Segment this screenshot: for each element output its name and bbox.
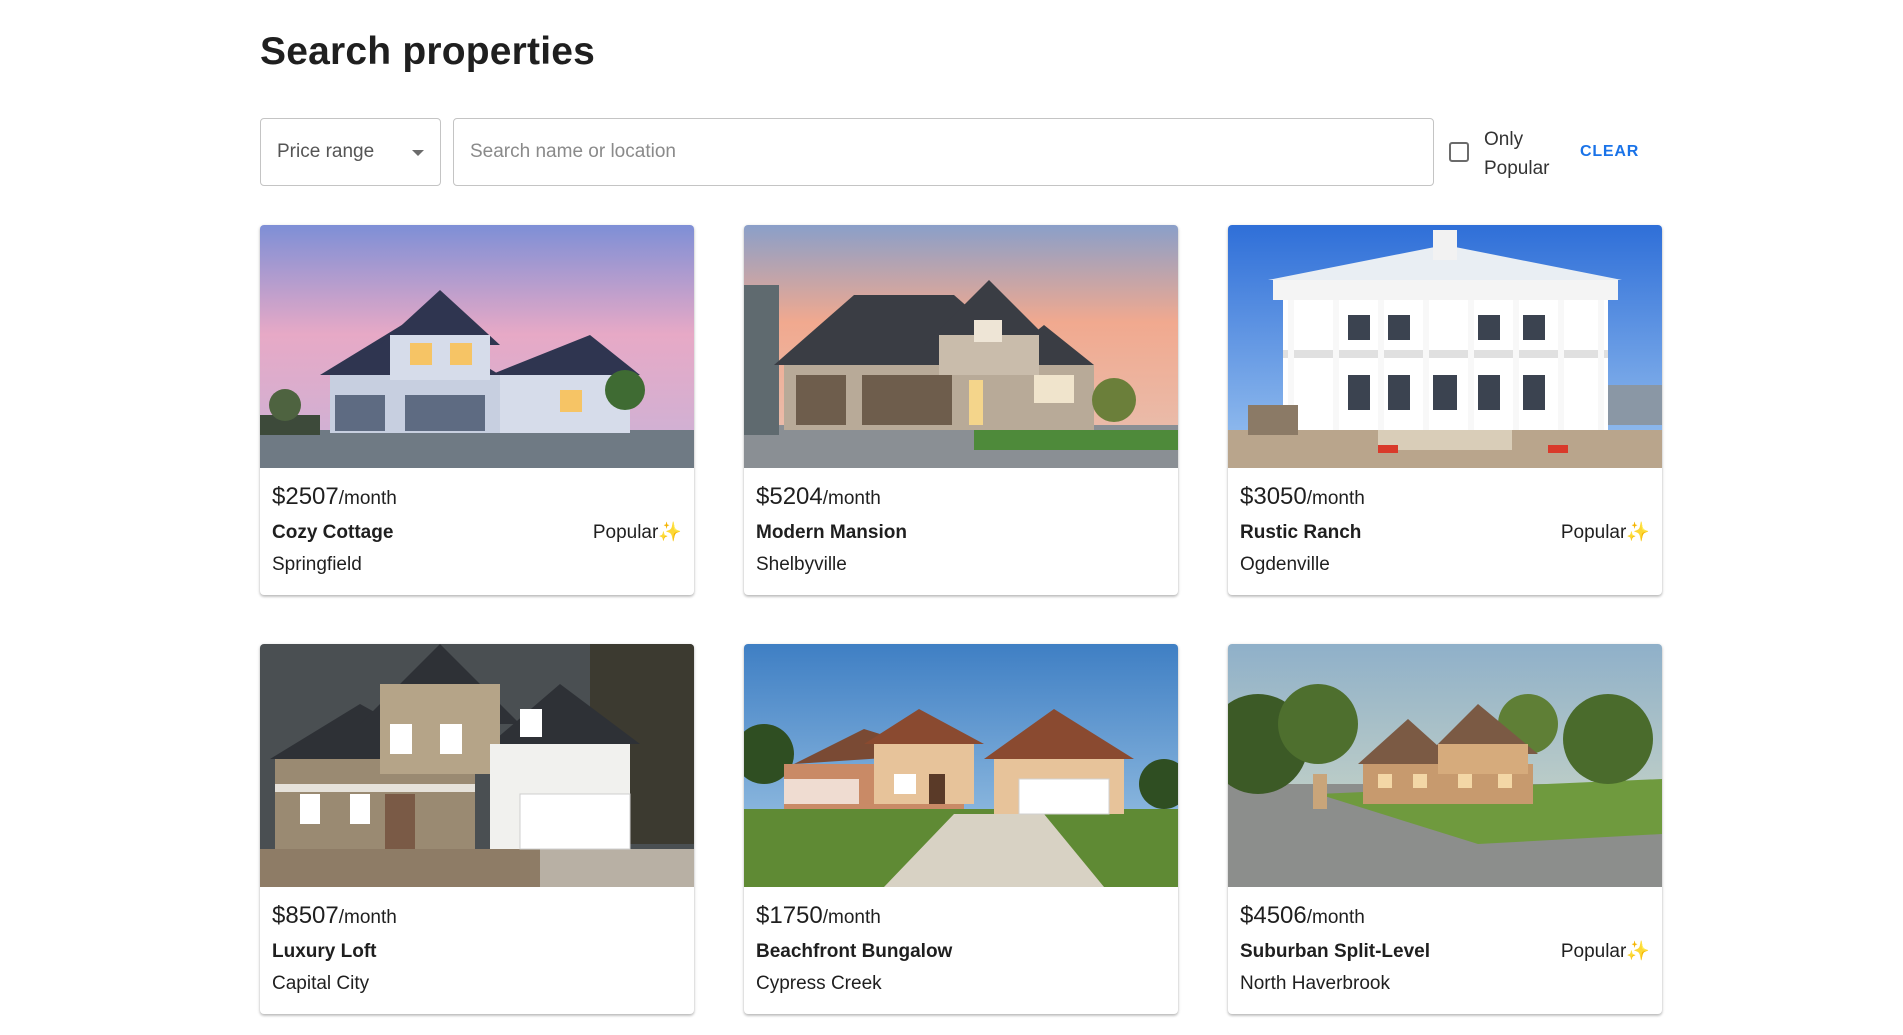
checkbox-icon[interactable] <box>1449 142 1469 162</box>
sparkle-icon: ✨ <box>658 522 682 543</box>
listing-price: $1750/month <box>756 902 881 929</box>
listing-location: Ogdenville <box>1240 554 1330 575</box>
house-photo <box>260 225 694 468</box>
sparkle-icon: ✨ <box>1626 522 1650 543</box>
house-photo <box>1228 225 1662 468</box>
listing-card[interactable]: $4506/month Suburban Split-Level North H… <box>1228 644 1662 1014</box>
only-popular-checkbox[interactable]: Only Popular <box>1446 118 1566 186</box>
filter-bar: Price range Only Popular CLEAR <box>260 118 1654 186</box>
listing-location: Capital City <box>272 973 370 994</box>
listing-location: Shelbyville <box>756 554 847 575</box>
listing-card[interactable]: $1750/month Beachfront Bungalow Cypress … <box>744 644 1178 1014</box>
page: Search properties Price range Only Popul… <box>0 0 1903 1035</box>
listing-name: Suburban Split-Level <box>1240 941 1431 962</box>
listing-price: $4506/month <box>1240 902 1365 929</box>
page-title: Search properties <box>260 30 596 73</box>
listing-card[interactable]: $8507/month Luxury Loft Capital City <box>260 644 694 1014</box>
listing-name: Modern Mansion <box>756 522 907 543</box>
listing-name: Cozy Cottage <box>272 522 394 543</box>
listing-card[interactable]: $2507/month Cozy Cottage Springfield Pop… <box>260 225 694 595</box>
house-photo <box>744 225 1178 468</box>
chevron-down-icon <box>412 150 424 156</box>
popular-badge: Popular✨ <box>1560 522 1650 543</box>
listing-card[interactable]: $5204/month Modern Mansion Shelbyville <box>744 225 1178 595</box>
popular-badge: Popular✨ <box>1560 941 1650 962</box>
price-range-select[interactable]: Price range <box>260 118 441 186</box>
listing-location: North Haverbrook <box>1240 973 1390 994</box>
listing-price: $5204/month <box>756 483 881 510</box>
popular-badge: Popular✨ <box>592 522 682 543</box>
listing-card[interactable]: $3050/month Rustic Ranch Ogdenville Popu… <box>1228 225 1662 595</box>
listing-price: $3050/month <box>1240 483 1365 510</box>
house-photo <box>744 644 1178 887</box>
listing-price: $2507/month <box>272 483 397 510</box>
search-field[interactable] <box>453 118 1434 186</box>
listing-name: Rustic Ranch <box>1240 522 1362 543</box>
listing-price: $8507/month <box>272 902 397 929</box>
listing-location: Cypress Creek <box>756 973 882 994</box>
house-photo <box>1228 644 1662 887</box>
listing-name: Luxury Loft <box>272 941 377 962</box>
sparkle-icon: ✨ <box>1626 941 1650 962</box>
house-photo <box>260 644 694 887</box>
clear-button[interactable]: CLEAR <box>1580 138 1652 166</box>
only-popular-label: Only Popular <box>1484 129 1550 179</box>
listing-name: Beachfront Bungalow <box>756 941 953 962</box>
listing-location: Springfield <box>272 554 362 575</box>
price-range-label: Price range <box>277 141 375 162</box>
search-input[interactable] <box>470 119 1410 185</box>
